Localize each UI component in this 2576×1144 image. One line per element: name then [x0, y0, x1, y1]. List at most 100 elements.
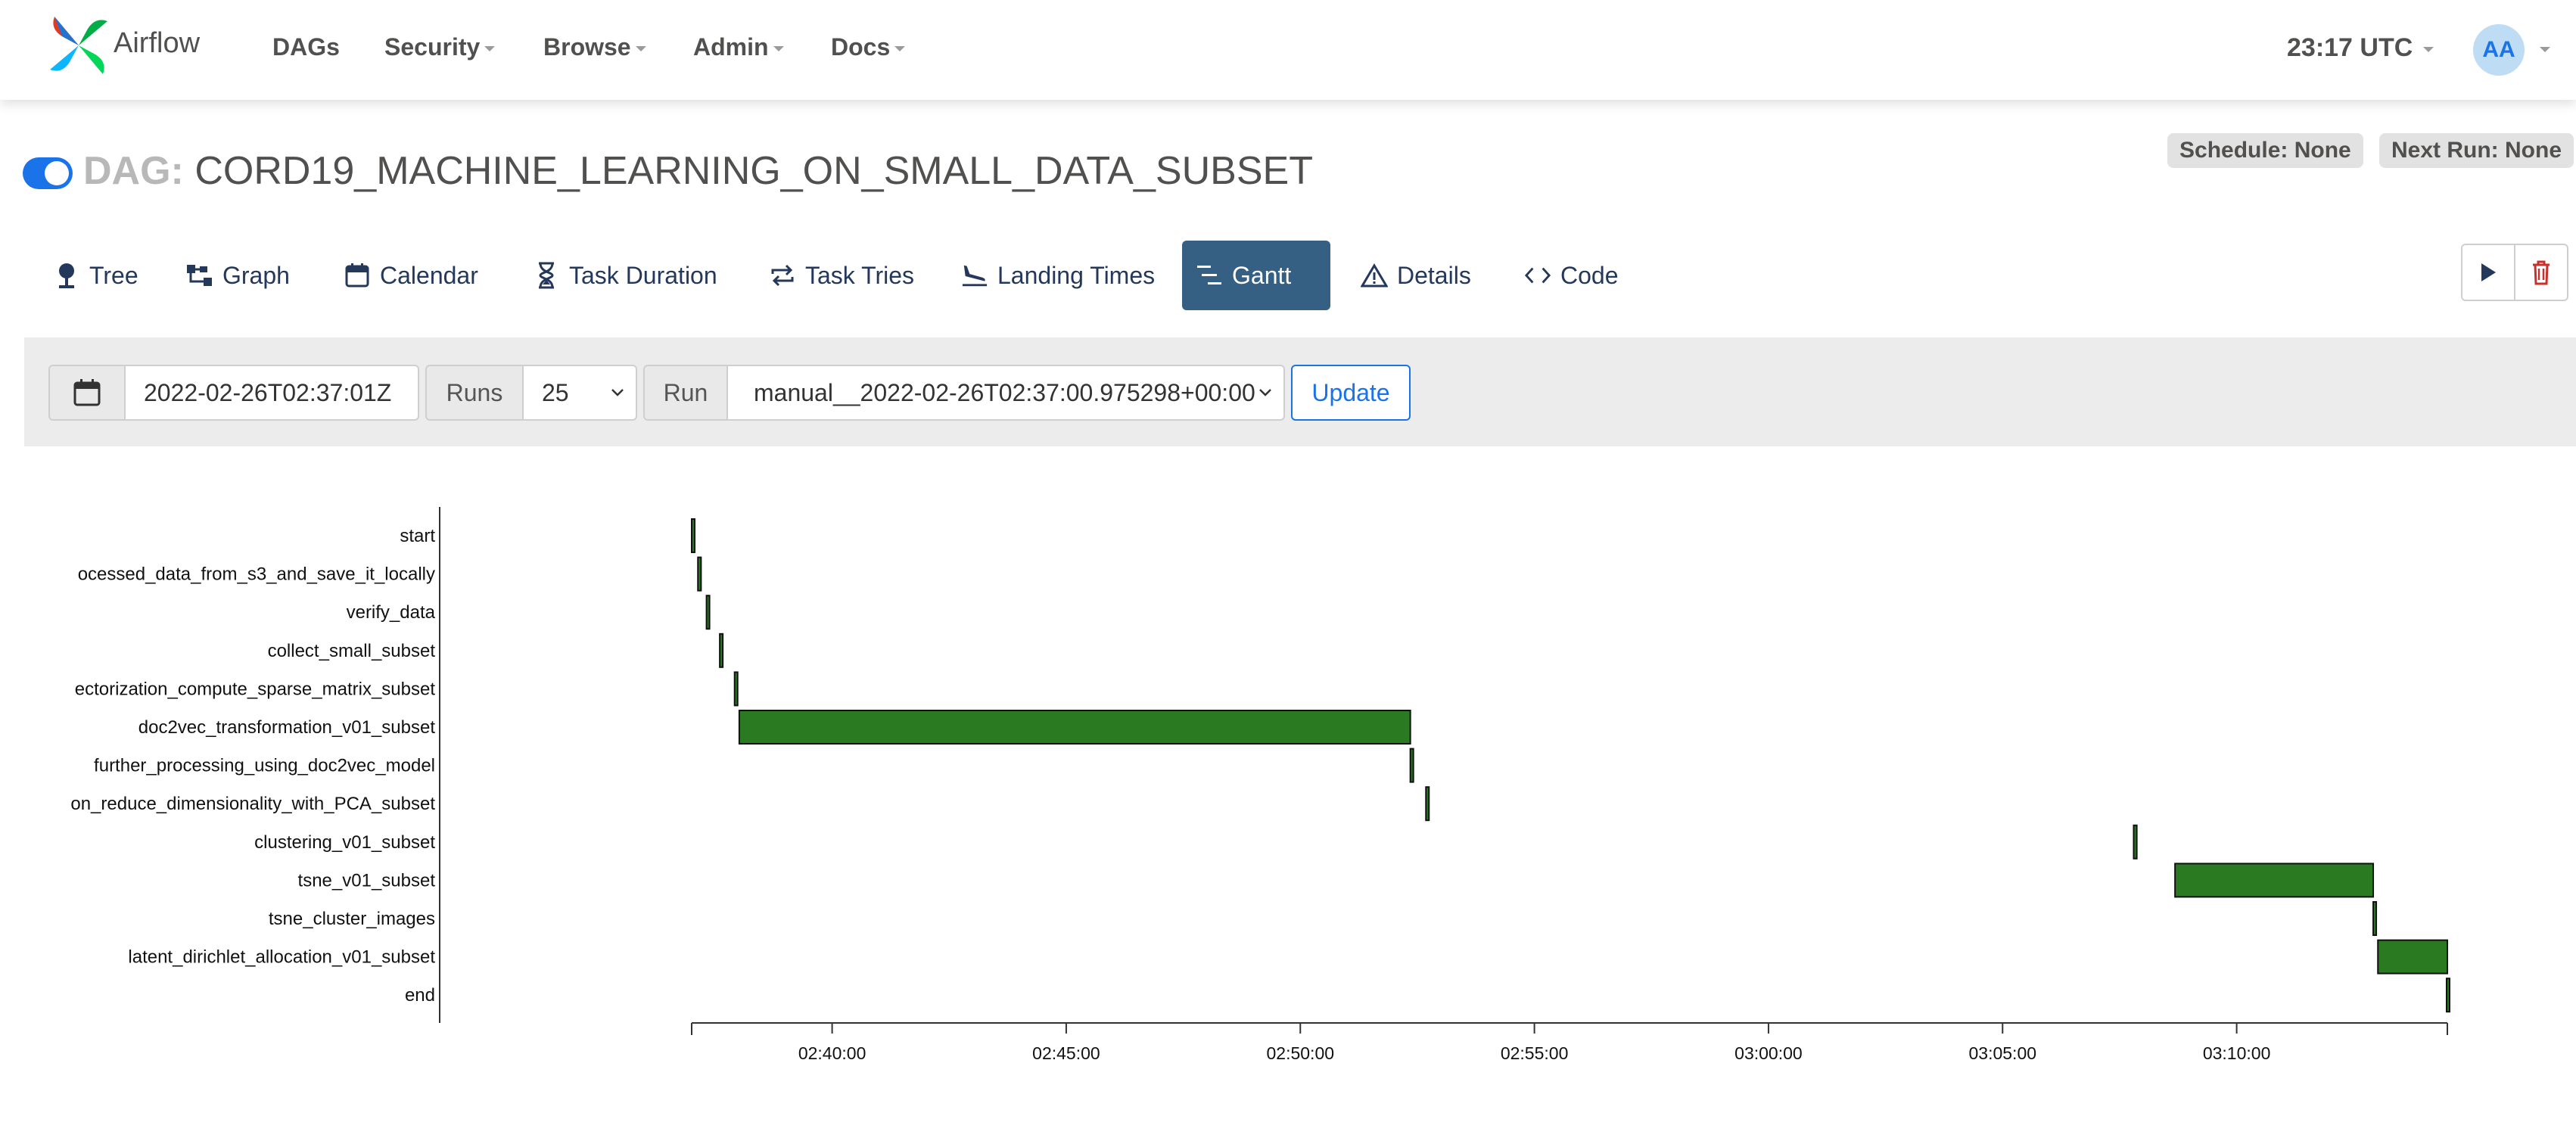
nav-browse-label: Browse [543, 33, 631, 61]
nav-admin-label: Admin [693, 33, 769, 61]
nav-browse[interactable]: Browse [543, 33, 646, 61]
gantt-task-label: ocessed_data_from_s3_and_save_it_locally [78, 564, 435, 585]
nav-docs[interactable]: Docs [831, 33, 906, 61]
date-picker-button[interactable] [48, 365, 126, 421]
tab-task-tries-label: Task Tries [805, 261, 915, 289]
gantt-task-label: end [405, 985, 435, 1006]
gantt-task-label: on_reduce_dimensionality_with_PCA_subset [70, 794, 435, 814]
chevron-down-icon [635, 46, 646, 52]
hourglass-icon [533, 262, 560, 289]
base-date-input[interactable]: 2022-02-26T02:37:01Z [124, 365, 419, 421]
gantt-task-label: tsne_v01_subset [298, 870, 436, 891]
trash-icon [2533, 260, 2550, 285]
tab-calendar[interactable]: Calendar [330, 241, 492, 310]
gantt-x-tick-label: 03:00:00 [1734, 1043, 1803, 1063]
delete-dag-button[interactable] [2514, 244, 2568, 301]
dag-name: CORD19_MACHINE_LEARNING_ON_SMALL_DATA_SU… [194, 149, 1313, 193]
gantt-task-label: latent_dirichlet_allocation_v01_subset [128, 947, 435, 968]
tab-calendar-label: Calendar [380, 261, 478, 289]
tab-tree[interactable]: Tree [39, 241, 152, 310]
run-select-value: manual__2022-02-26T02:37:00.975298+00:00 [754, 378, 1255, 406]
dag-prefix: DAG: [83, 149, 184, 193]
schedule-badge: Schedule: None [2167, 133, 2363, 168]
tab-code[interactable]: Code [1510, 241, 1632, 310]
runs-label: Runs [425, 365, 524, 421]
gantt-task-label: verify_data [347, 602, 436, 623]
gantt-task-bar [691, 518, 695, 553]
update-button[interactable]: Update [1291, 365, 1411, 421]
warning-triangle-icon [1361, 262, 1388, 289]
tab-graph[interactable]: Graph [173, 241, 303, 310]
gantt-task-bar [733, 671, 739, 707]
gantt-task-label: tsne_cluster_images [269, 909, 435, 929]
user-avatar[interactable]: AA [2473, 24, 2525, 76]
gantt-svg: 02:40:00 02:45:00 02:50:00 02:55:00 03:00:00… [70, 507, 2450, 1063]
clock-label: 23:17 UTC [2287, 33, 2413, 62]
gantt-task-bar [2133, 824, 2138, 860]
tab-graph-label: Graph [222, 261, 290, 289]
gantt-task-label: start [400, 526, 435, 546]
gantt-x-tick-label: 02:55:00 [1501, 1043, 1569, 1063]
gantt-task-bar [738, 710, 1411, 745]
gantt-task-label: clustering_v01_subset [254, 832, 435, 853]
next-run-badge: Next Run: None [2379, 133, 2574, 168]
gantt-task-bar [697, 556, 702, 592]
gantt-x-tick-label: 03:10:00 [2203, 1043, 2271, 1063]
run-select[interactable]: manual__2022-02-26T02:37:00.975298+00:00 [726, 365, 1285, 421]
tab-gantt-label: Gantt [1232, 261, 1292, 289]
tab-details[interactable]: Details [1347, 241, 1485, 310]
play-icon [2481, 263, 2496, 281]
gantt-task-bar [1409, 748, 1414, 783]
gantt-task-bar [2377, 939, 2449, 975]
gantt-task-label: doc2vec_transformation_v01_subset [138, 717, 436, 738]
gantt-task-label: further_processing_using_doc2vec_model [94, 756, 435, 776]
chevron-down-icon [894, 46, 906, 52]
chevron-down-icon [484, 46, 496, 52]
gantt-chart: 02:40:00 02:45:00 02:50:00 02:55:00 03:00:00… [0, 499, 2576, 1074]
utc-clock[interactable]: 23:17 UTC [2287, 33, 2434, 63]
chevron-down-icon [1259, 389, 1271, 396]
calendar-icon [73, 379, 101, 406]
nav-dags[interactable]: DAGs [272, 33, 340, 61]
runs-select[interactable]: 25 [522, 365, 637, 421]
tab-task-tries[interactable]: Task Tries [755, 241, 928, 310]
code-icon [1524, 262, 1551, 289]
nav-security[interactable]: Security [384, 33, 496, 61]
chevron-down-icon [773, 46, 784, 52]
tab-gantt[interactable]: Gantt [1182, 241, 1330, 310]
nav-security-label: Security [384, 33, 481, 61]
gantt-task-bar [2372, 901, 2378, 936]
tab-code-label: Code [1560, 261, 1619, 289]
gantt-task-bar [2174, 863, 2375, 898]
top-navbar: Airflow DAGs Security Browse Admin Docs … [0, 0, 2576, 100]
chevron-down-icon [2423, 46, 2434, 52]
airflow-logo[interactable] [47, 14, 110, 77]
gantt-task-label: ectorization_compute_sparse_matrix_subse… [75, 679, 436, 699]
tree-icon [53, 262, 80, 289]
nav-admin[interactable]: Admin [693, 33, 784, 61]
gantt-x-tick-label: 02:40:00 [798, 1043, 866, 1063]
gantt-x-tick-label: 03:05:00 [1969, 1043, 2037, 1063]
tab-task-duration[interactable]: Task Duration [519, 241, 731, 310]
tab-details-label: Details [1397, 261, 1471, 289]
tab-task-duration-label: Task Duration [569, 261, 717, 289]
tab-tree-label: Tree [89, 261, 138, 289]
gantt-task-bar [705, 595, 711, 630]
graph-icon [186, 262, 213, 289]
trigger-dag-button[interactable] [2461, 244, 2515, 301]
gantt-task-label: collect_small_subset [268, 641, 436, 661]
tab-landing-times[interactable]: Landing Times [947, 241, 1168, 310]
chevron-down-icon[interactable] [2540, 47, 2550, 52]
nav-dags-label: DAGs [272, 33, 340, 61]
gantt-x-tick-label: 02:45:00 [1032, 1043, 1100, 1063]
runs-select-value: 25 [542, 378, 569, 406]
chevron-down-icon [611, 389, 624, 396]
brand-name[interactable]: Airflow [114, 27, 200, 60]
retry-icon [769, 262, 796, 289]
nav-docs-label: Docs [831, 33, 891, 61]
gantt-x-tick-label: 02:50:00 [1267, 1043, 1335, 1063]
run-label: Run [643, 365, 728, 421]
gantt-icon [1196, 262, 1223, 289]
gantt-task-bar [2445, 978, 2450, 1013]
dag-pause-toggle[interactable] [23, 157, 73, 189]
